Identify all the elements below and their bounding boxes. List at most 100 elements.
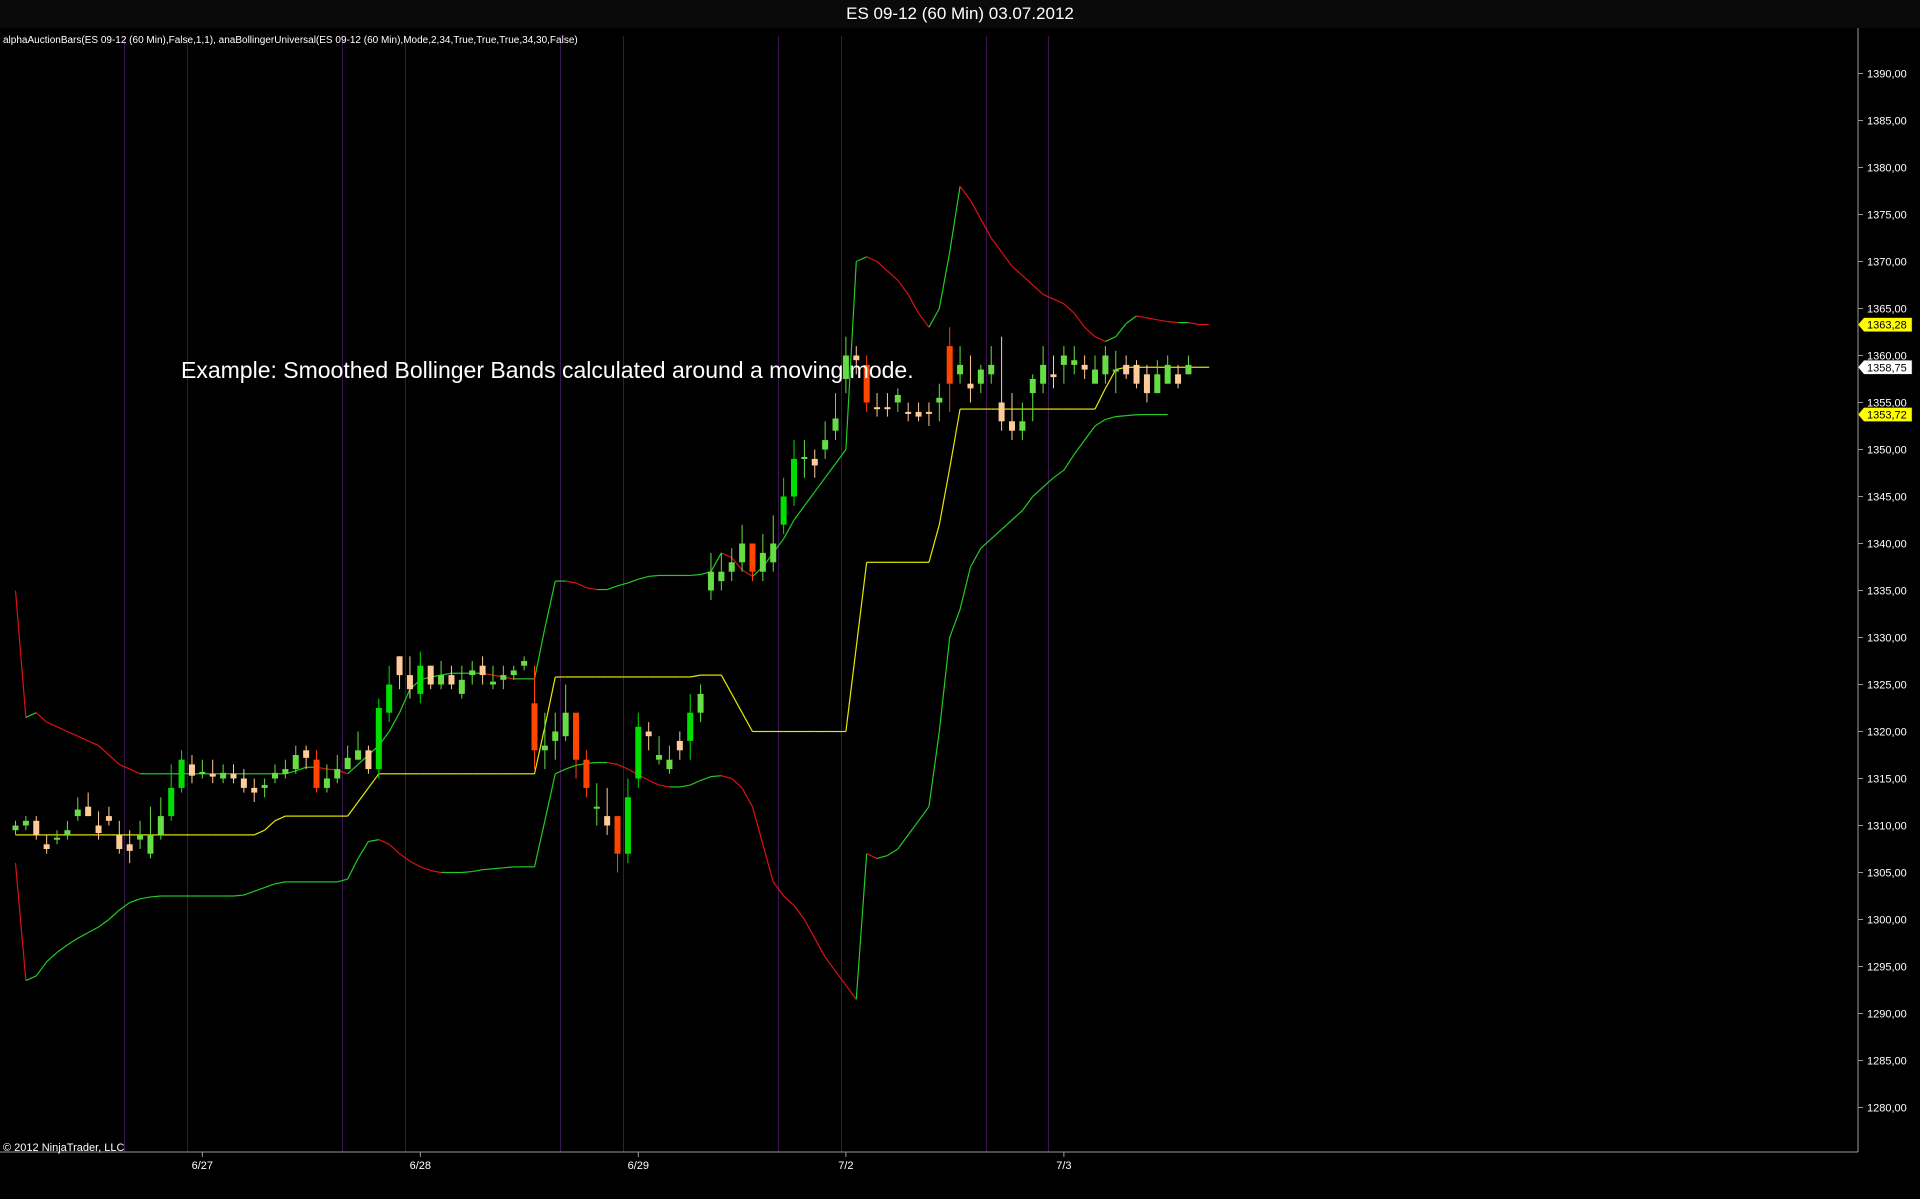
- candle-body: [1050, 374, 1057, 378]
- candle-body: [645, 731, 652, 737]
- candle-body: [1133, 364, 1140, 384]
- candle-body: [573, 712, 580, 760]
- candle-body: [946, 346, 953, 384]
- candle-body: [531, 703, 538, 751]
- candle-body: [22, 820, 29, 826]
- candle-body: [874, 407, 881, 410]
- price-tick-label: 1385,00: [1867, 116, 1907, 128]
- candle-body: [157, 816, 164, 835]
- price-tick-label: 1285,00: [1867, 1056, 1907, 1068]
- price-marker: 1353,72: [1857, 407, 1913, 422]
- time-tick-label: 6/29: [628, 1160, 649, 1172]
- candle-body: [54, 837, 61, 840]
- candle-body: [988, 364, 995, 375]
- candle-body: [458, 679, 465, 694]
- candle-body: [728, 562, 735, 572]
- candle-body: [1092, 369, 1099, 384]
- candle-body: [521, 661, 528, 666]
- candle-body: [1112, 369, 1119, 372]
- candle-body: [292, 755, 299, 770]
- candle-body: [500, 675, 507, 680]
- candle-body: [323, 778, 330, 788]
- price-tick-label: 1295,00: [1867, 962, 1907, 974]
- time-tick-label: 6/27: [192, 1160, 213, 1172]
- price-tick-label: 1375,00: [1867, 210, 1907, 222]
- candle-body: [406, 675, 413, 690]
- candle-body: [1102, 355, 1109, 375]
- candle-body: [375, 708, 382, 770]
- price-marker-label: 1353,72: [1867, 410, 1907, 422]
- candle-body: [365, 750, 372, 770]
- candle-body: [220, 772, 227, 779]
- candle-body: [344, 757, 351, 770]
- candle-body: [240, 778, 247, 788]
- candle-body: [427, 665, 434, 685]
- candle-body: [905, 411, 912, 414]
- price-tick-label: 1325,00: [1867, 680, 1907, 692]
- candle-body: [251, 787, 258, 793]
- candle-body: [915, 411, 922, 417]
- candle-body: [12, 825, 19, 831]
- candle-body: [832, 418, 839, 431]
- candle-body: [489, 681, 496, 685]
- candle-body: [43, 844, 50, 849]
- candle-body: [95, 825, 102, 834]
- candle-body: [967, 383, 974, 389]
- candle-body: [1123, 364, 1130, 375]
- candle-body: [593, 806, 600, 809]
- candle-body: [355, 750, 362, 760]
- price-chart[interactable]: 1280,00 1285,00 1290,00 1295,00 1300,00 1305,…: [0, 0, 1920, 1199]
- candle-body: [137, 834, 144, 840]
- candle-body: [479, 665, 486, 676]
- candle-body: [822, 440, 829, 450]
- candle-body: [1175, 374, 1182, 384]
- candle-body: [894, 394, 901, 403]
- price-marker-label: 1363,28: [1867, 320, 1907, 332]
- candle-body: [1164, 364, 1171, 384]
- candle-body: [261, 785, 268, 788]
- candle-body: [199, 771, 206, 774]
- candle-body: [178, 759, 185, 788]
- price-tick-label: 1365,00: [1867, 304, 1907, 316]
- candle-body: [604, 816, 611, 826]
- price-marker: 1358,75: [1857, 360, 1913, 375]
- candle-body: [749, 543, 756, 572]
- candle-body: [272, 772, 278, 779]
- candle-body: [936, 397, 943, 403]
- price-marker-label: 1358,75: [1867, 362, 1907, 374]
- candle-body: [770, 543, 777, 563]
- candle-body: [105, 816, 112, 821]
- candle-body: [552, 731, 559, 741]
- candle-body: [1143, 374, 1150, 394]
- candle-body: [209, 773, 216, 777]
- chart-window: ES 09-12 (60 Min) 03.07.2012 1280,00 1285…: [0, 0, 1920, 1199]
- price-tick-label: 1350,00: [1867, 445, 1907, 457]
- candle-body: [396, 656, 403, 676]
- candle-body: [791, 458, 797, 497]
- annotation-text: Example: Smoothed Bollinger Bands calcul…: [181, 357, 914, 383]
- candle-body: [687, 712, 694, 741]
- price-marker: 1363,28: [1857, 317, 1913, 332]
- candle-body: [1185, 364, 1192, 375]
- candle-body: [230, 773, 237, 779]
- candle-body: [1154, 374, 1161, 394]
- candle-body: [801, 457, 808, 460]
- price-tick-label: 1315,00: [1867, 774, 1907, 786]
- candle-body: [469, 670, 476, 676]
- candle-body: [1019, 421, 1026, 431]
- price-tick-label: 1310,00: [1867, 821, 1907, 833]
- price-tick-label: 1305,00: [1867, 868, 1907, 880]
- candle-body: [1081, 364, 1088, 370]
- candle-body: [386, 684, 393, 713]
- price-tick-label: 1320,00: [1867, 727, 1907, 739]
- copyright-text: © 2012 NinjaTrader, LLC: [3, 1142, 124, 1154]
- candle-body: [1060, 355, 1067, 365]
- candle-body: [739, 543, 746, 563]
- candle-body: [977, 369, 984, 384]
- indicator-label: alphaAuctionBars(ES 09-12 (60 Min),False…: [3, 35, 578, 46]
- candle-body: [33, 820, 40, 835]
- candle-body: [1008, 421, 1015, 431]
- candle-body: [313, 759, 320, 788]
- candle-body: [417, 665, 424, 694]
- candle-body: [676, 740, 683, 751]
